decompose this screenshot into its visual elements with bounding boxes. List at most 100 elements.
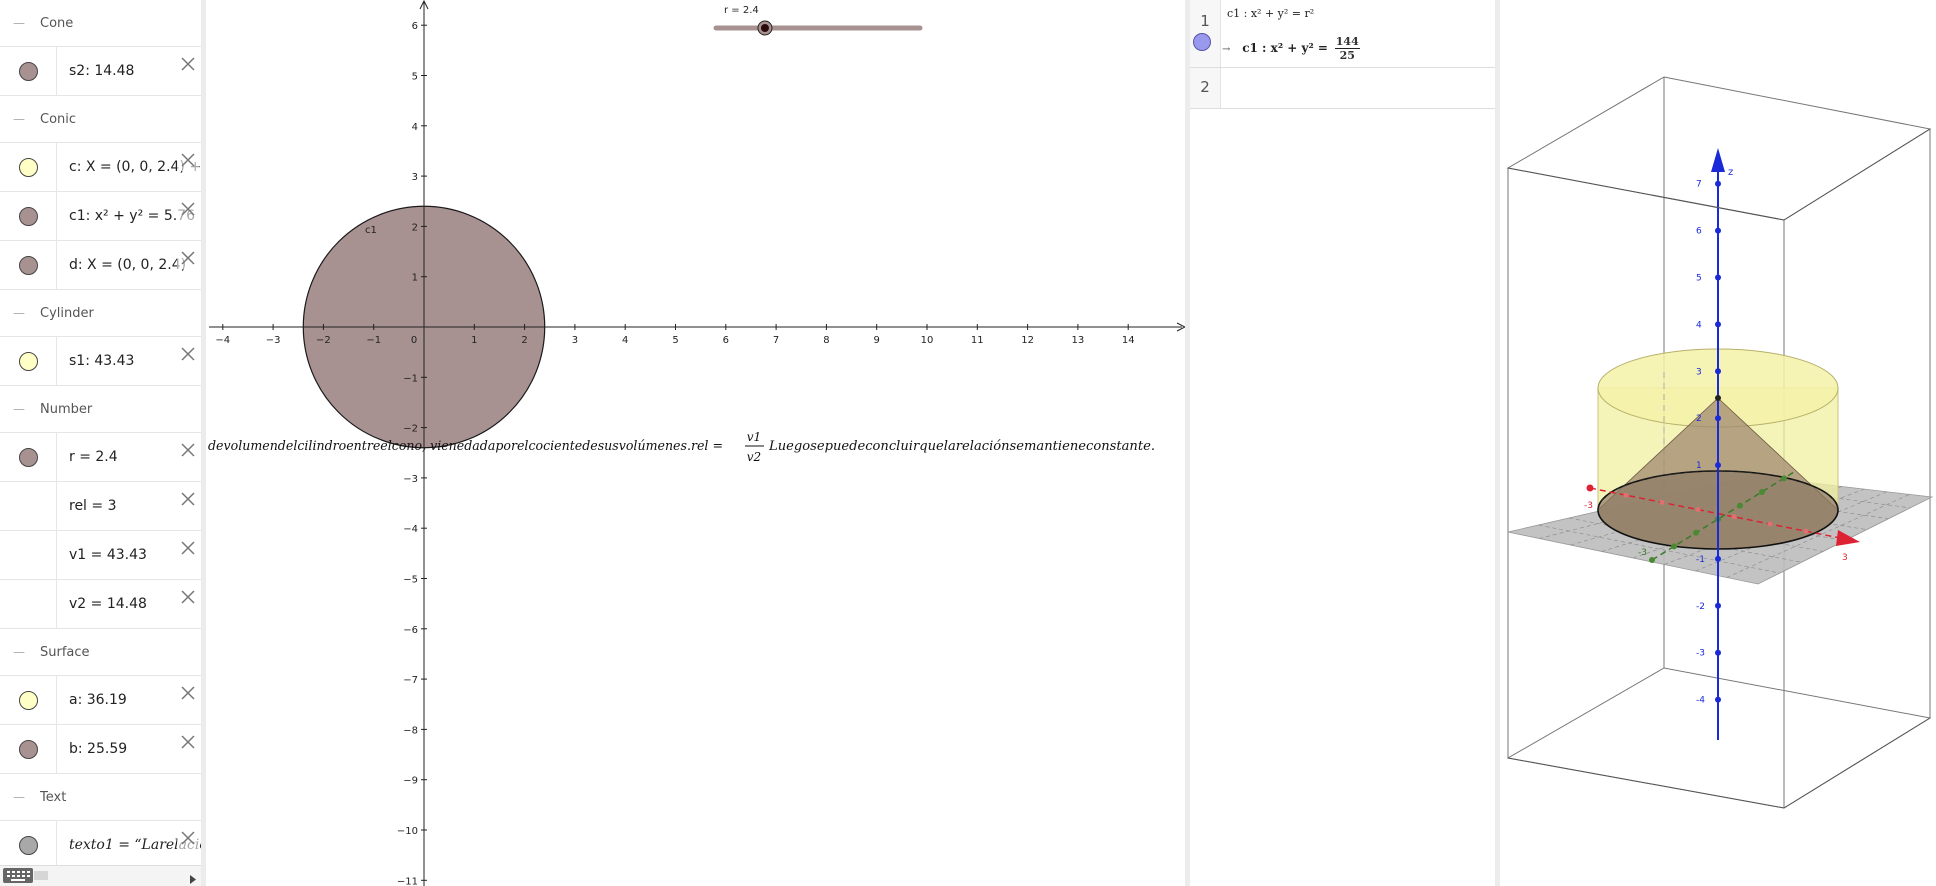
view-divider[interactable]	[1495, 0, 1500, 886]
chevron-right-icon[interactable]	[189, 870, 197, 886]
visibility-toggle[interactable]	[0, 531, 57, 579]
algebra-item-text[interactable]: v2 = 14.48	[69, 596, 147, 612]
algebra-item[interactable]: d: X = (0, 0, 2.4)	[0, 241, 201, 290]
z-tick-label: 3	[1696, 367, 1702, 377]
graphics-view-2d[interactable]: −4 −3 −2 −1 0 1 2 3 4 5 6 7 8 9 10 11 12 13 14 6 5 4 3 2 1 −1 −2 −3…	[207, 0, 1185, 886]
collapse-icon[interactable]: —	[12, 645, 26, 659]
visibility-dot-icon[interactable]	[18, 255, 38, 275]
visibility-toggle[interactable]	[0, 482, 57, 530]
algebra-item[interactable]: c1: x² + y² = 5.76	[0, 192, 201, 241]
y-tick-label: −3	[403, 474, 418, 485]
y-tick-label: −10	[397, 826, 418, 837]
algebra-list: — Cone s2: 14.48 — Conic c: X = (0, 0, 2.4) +…	[0, 0, 201, 870]
algebra-item[interactable]: b: 25.59	[0, 725, 201, 774]
close-icon[interactable]	[177, 488, 199, 510]
close-icon[interactable]	[177, 439, 199, 461]
visibility-dot-icon[interactable]	[18, 157, 38, 177]
collapse-icon[interactable]: —	[12, 790, 26, 804]
visibility-dot-icon[interactable]	[18, 351, 38, 371]
group-header-cone[interactable]: — Cone	[0, 0, 201, 47]
visibility-toggle[interactable]	[0, 192, 57, 240]
cas-row-2[interactable]: 2	[1190, 68, 1495, 109]
visibility-dot-icon[interactable]	[18, 739, 38, 759]
close-icon[interactable]	[177, 827, 199, 849]
visibility-dot-icon[interactable]	[18, 61, 38, 81]
x-tick-label: 14	[1122, 335, 1135, 346]
visibility-dot-icon[interactable]	[18, 206, 38, 226]
collapse-icon[interactable]: —	[12, 16, 26, 30]
collapse-icon[interactable]: —	[12, 306, 26, 320]
close-icon[interactable]	[177, 247, 199, 269]
cas-output: → c1 : x² + y² = 144 25	[1222, 35, 1360, 62]
close-icon[interactable]	[177, 586, 199, 608]
group-header-conic[interactable]: — Conic	[0, 96, 201, 143]
visibility-toggle[interactable]	[0, 580, 57, 628]
text-object-part2[interactable]: Luegosepuedeconcluirquelarelaciónsemanti…	[768, 439, 1155, 454]
view-divider[interactable]	[201, 0, 206, 886]
close-icon[interactable]	[177, 731, 199, 753]
x-tick-label: −4	[215, 335, 230, 346]
algebra-item-text[interactable]: r = 2.4	[69, 449, 118, 465]
group-header-number[interactable]: — Number	[0, 386, 201, 433]
algebra-item[interactable]: r = 2.4	[0, 433, 201, 482]
algebra-item-text[interactable]: rel = 3	[69, 498, 117, 514]
close-icon[interactable]	[177, 537, 199, 559]
x-tick-label-3d: -3	[1584, 501, 1593, 511]
close-icon[interactable]	[177, 682, 199, 704]
x-tick-label: 6	[723, 335, 729, 346]
group-header-text[interactable]: — Text	[0, 774, 201, 821]
algebra-item-text[interactable]: s1: 43.43	[69, 353, 134, 369]
visibility-dot-icon[interactable]	[18, 690, 38, 710]
graphics-3d-canvas[interactable]: 3 -3 -3 7 6 5 4 3 2 1 -1 -2 -3 -4 z	[1502, 0, 1936, 886]
close-icon[interactable]	[177, 149, 199, 171]
z-tick-label: 1	[1696, 461, 1702, 471]
visibility-toggle[interactable]	[0, 676, 57, 724]
algebra-item-text[interactable]: a: 36.19	[69, 692, 127, 708]
visibility-toggle[interactable]	[0, 433, 57, 481]
algebra-item[interactable]: rel = 3	[0, 482, 201, 531]
scroll-thumb[interactable]	[34, 871, 48, 880]
close-icon[interactable]	[177, 198, 199, 220]
cas-row-1[interactable]: 1 c1 : x² + y² = r² → c1 : x² + y² = 144…	[1190, 0, 1495, 68]
algebra-item-text[interactable]: v1 = 43.43	[69, 547, 147, 563]
close-icon[interactable]	[177, 53, 199, 75]
visibility-toggle[interactable]	[0, 337, 57, 385]
visibility-toggle[interactable]	[0, 143, 57, 191]
group-header-surface[interactable]: — Surface	[0, 629, 201, 676]
x-tick-label: 11	[971, 335, 984, 346]
fraction-denominator: v2	[747, 450, 761, 464]
algebra-item[interactable]: v1 = 43.43	[0, 531, 201, 580]
graphics-2d-canvas[interactable]: −4 −3 −2 −1 0 1 2 3 4 5 6 7 8 9 10 11 12 13 14654321−1−2−3…	[207, 0, 1185, 886]
keyboard-icon[interactable]	[3, 868, 33, 883]
slider-handle-core[interactable]	[760, 24, 769, 32]
group-header-cylinder[interactable]: — Cylinder	[0, 290, 201, 337]
horizontal-scrollbar[interactable]	[0, 865, 201, 886]
z-tick-label: 4	[1696, 320, 1702, 330]
algebra-item-text[interactable]: d: X = (0, 0, 2.4)	[69, 257, 186, 273]
visibility-toggle[interactable]	[0, 241, 57, 289]
close-icon[interactable]	[177, 343, 199, 365]
algebra-item[interactable]: a: 36.19	[0, 676, 201, 725]
y-tick-label: 2	[412, 222, 418, 233]
visibility-toggle[interactable]	[0, 725, 57, 773]
graphics-view-3d[interactable]: 3 -3 -3 7 6 5 4 3 2 1 -1 -2 -3 -4 z	[1502, 0, 1936, 886]
text-object-part1[interactable]: devolumendelcilindroentreelcono, vieneda…	[208, 439, 723, 454]
collapse-icon[interactable]: —	[12, 112, 26, 126]
visibility-dot-icon[interactable]	[18, 447, 38, 467]
visibility-toggle[interactable]	[0, 821, 57, 869]
visibility-toggle[interactable]	[0, 47, 57, 95]
cas-input[interactable]: c1 : x² + y² = r²	[1227, 7, 1314, 20]
algebra-item-text[interactable]: b: 25.59	[69, 741, 127, 757]
algebra-item-text[interactable]: s2: 14.48	[69, 63, 134, 79]
algebra-item[interactable]: s1: 43.43	[0, 337, 201, 386]
visibility-dot-icon[interactable]	[18, 835, 38, 855]
algebra-item[interactable]: c: X = (0, 0, 2.4) + (2	[0, 143, 201, 192]
cas-output-indicator[interactable]	[1193, 33, 1211, 51]
algebra-item[interactable]: texto1 = “Larelacion	[0, 821, 201, 870]
cone-apex-point[interactable]	[1715, 395, 1721, 401]
algebra-item[interactable]: v2 = 14.48	[0, 580, 201, 629]
collapse-icon[interactable]: —	[12, 402, 26, 416]
algebra-item[interactable]: s2: 14.48	[0, 47, 201, 96]
cas-output-equation: c1 : x² + y² =	[1242, 41, 1328, 55]
cas-row-number: 2	[1190, 68, 1221, 108]
